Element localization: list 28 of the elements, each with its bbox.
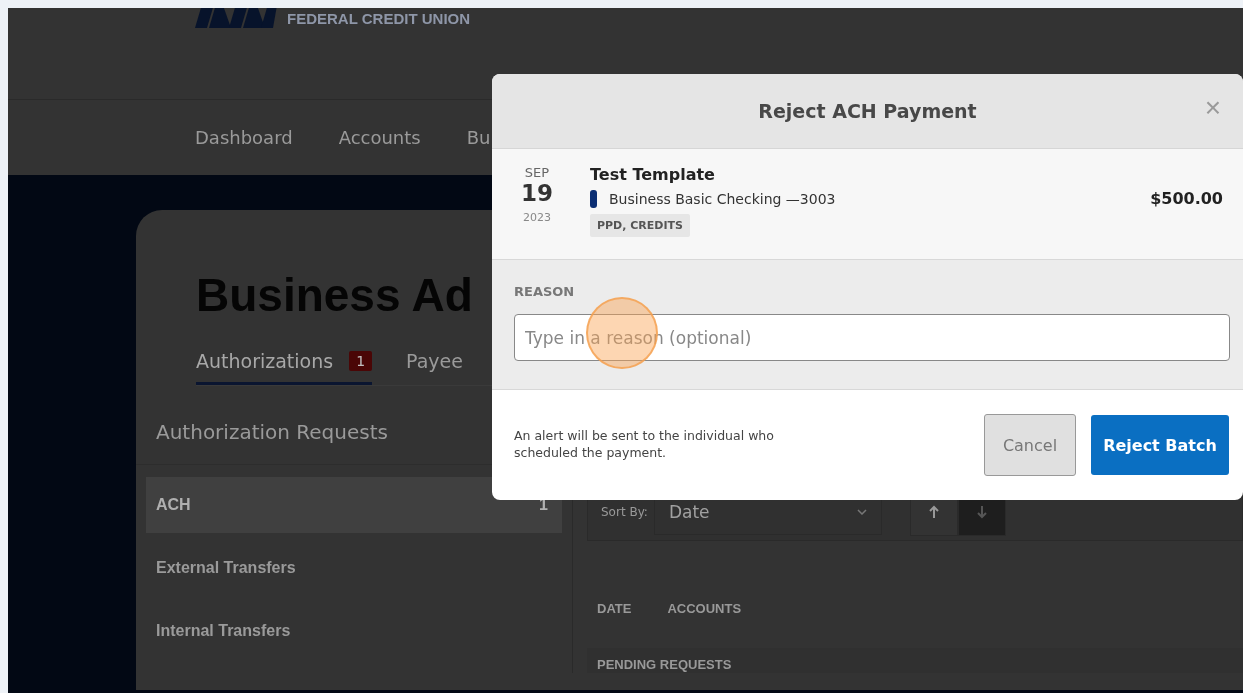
nav-link[interactable]: Accounts <box>338 127 421 148</box>
payment-name: Test Template <box>590 165 716 184</box>
reject-button[interactable]: Reject Batch <box>1091 415 1229 475</box>
logo-text: FEDERAL CREDIT UNION <box>287 11 471 28</box>
column-header: ACCOUNTS <box>667 601 742 616</box>
date-year: 2023 <box>523 210 551 224</box>
dialog-title: Reject ACH Payment <box>758 100 977 122</box>
nav-link[interactable]: Bu <box>466 127 491 148</box>
arrow-down-icon <box>975 505 988 519</box>
section-label: PENDING REQUESTS <box>597 657 732 672</box>
type-tag: PPD, CREDITS <box>590 214 690 237</box>
sort-label: Sort By: <box>601 505 648 519</box>
arrow-up-icon <box>927 505 940 519</box>
alert-note: An alert will be sent to the individual who scheduled the payment. <box>514 428 775 462</box>
list-item[interactable]: Internal Transfers <box>146 603 562 659</box>
tab[interactable]: Payee <box>406 346 463 385</box>
date-day: 19 <box>521 180 553 208</box>
cancel-button[interactable]: Cancel <box>984 414 1076 476</box>
list-item[interactable]: External Transfers <box>146 540 562 596</box>
payment-amount: $500.00 <box>1150 189 1223 210</box>
date-month: SEP <box>524 165 550 180</box>
nav-link[interactable]: Dashboard <box>195 127 293 148</box>
column-header: DATE <box>597 601 632 616</box>
account-name: Business Basic Checking —3003 <box>609 191 836 207</box>
count-badge: 1 <box>349 351 373 371</box>
field-label: REASON <box>514 284 576 299</box>
tab[interactable]: Authorizations 1 <box>196 346 373 385</box>
chevron-down-icon <box>856 509 867 515</box>
